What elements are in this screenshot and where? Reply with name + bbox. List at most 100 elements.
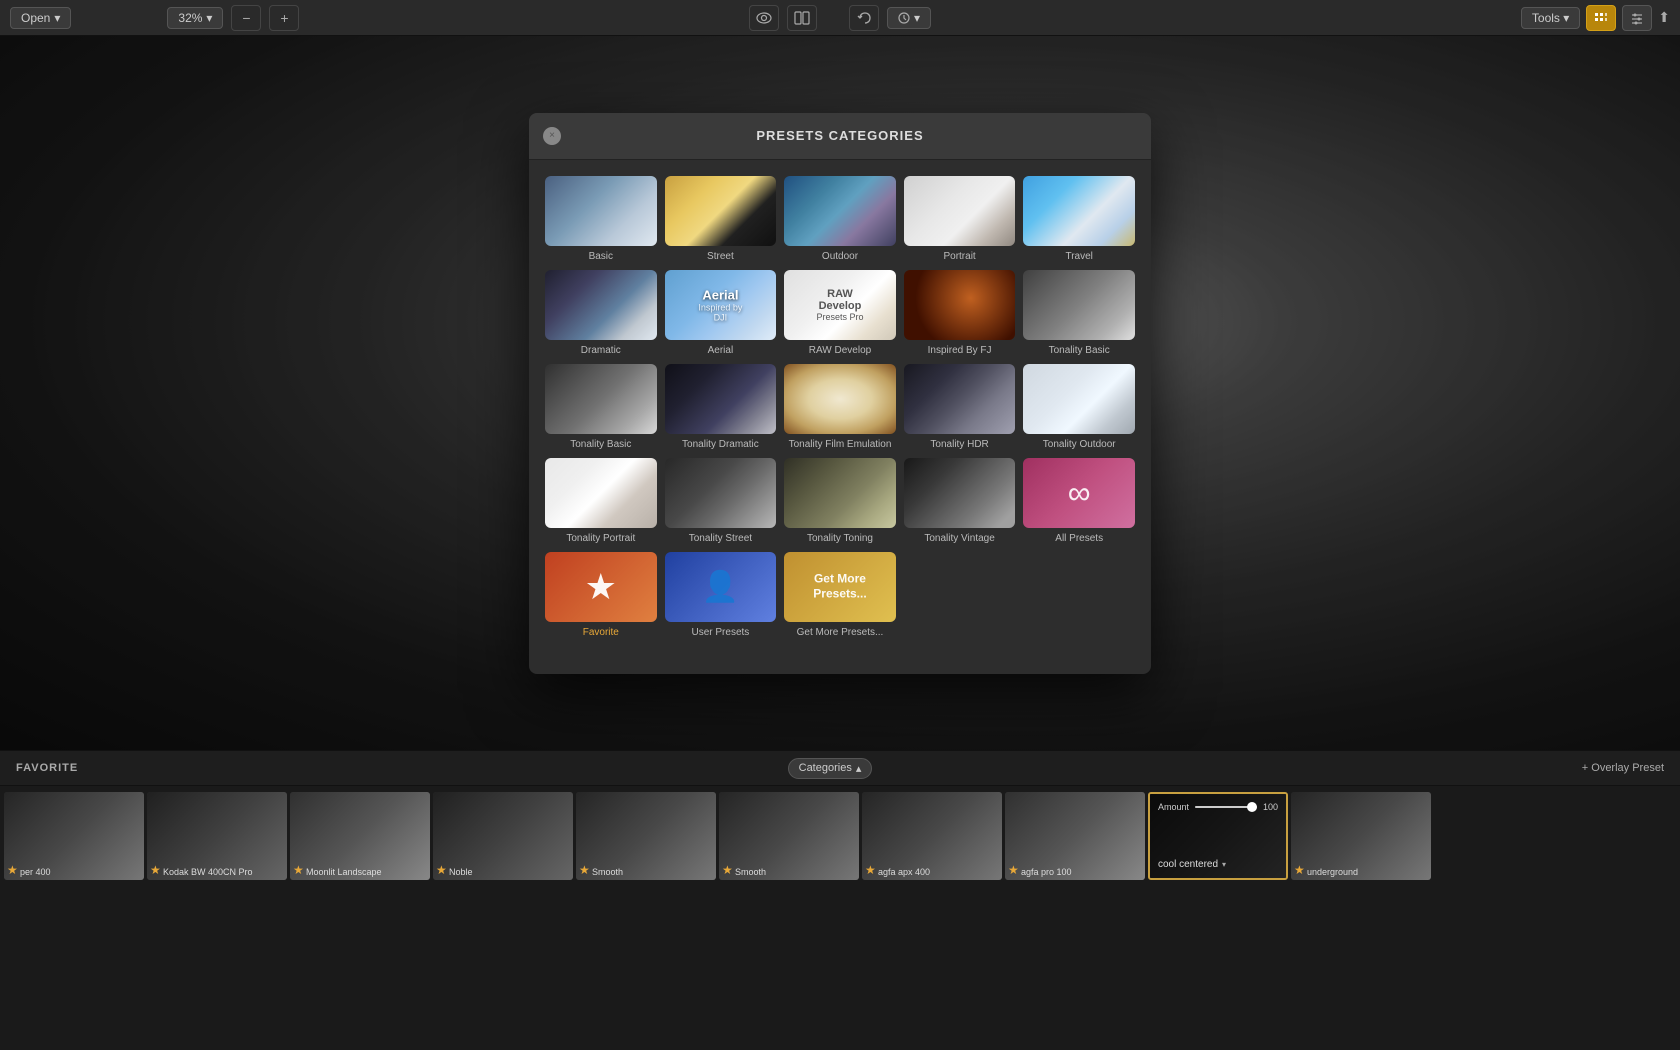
preset-item-tonality-film[interactable]: Tonality Film Emulation — [784, 364, 896, 450]
amount-slider[interactable] — [1195, 806, 1257, 808]
preset-item-aerial[interactable]: AerialInspired by DJI Aerial — [665, 270, 777, 356]
preset-item-tonality-toning[interactable]: Tonality Toning — [784, 458, 896, 544]
overlay-preset-button[interactable]: + Overlay Preset — [1582, 762, 1664, 774]
film-item-label: per 400 — [20, 867, 51, 877]
star-badge: ★ — [865, 863, 876, 877]
film-item-underground[interactable]: ★ underground — [1291, 792, 1431, 880]
preset-label: Portrait — [904, 251, 1016, 262]
zoom-minus-icon: − — [242, 10, 250, 26]
preset-item-favorite[interactable]: ★ Favorite — [545, 552, 657, 638]
preset-item-inspired-fj[interactable]: Inspired By FJ — [904, 270, 1016, 356]
preset-item-tonality-portrait[interactable]: Tonality Portrait — [545, 458, 657, 544]
preset-item-raw-develop[interactable]: RAW DevelopPresets Pro RAW Develop — [784, 270, 896, 356]
film-strip: ★ per 400 ★ Kodak BW 400CN Pro ★ Moonlit… — [0, 786, 1680, 886]
infinity-icon: ∞ — [1068, 474, 1091, 511]
preset-thumbnail: RAW DevelopPresets Pro — [784, 270, 896, 340]
main-area: × PRESETS CATEGORIES Basic Street Outdoo… — [0, 36, 1680, 750]
preset-label: Tonality Basic — [1023, 345, 1135, 356]
preset-item-tonality-dramatic[interactable]: Tonality Dramatic — [665, 364, 777, 450]
film-item-per400[interactable]: ★ per 400 — [4, 792, 144, 880]
zoom-minus-button[interactable]: − — [231, 5, 261, 31]
preset-label: Street — [665, 251, 777, 262]
preset-item-outdoor[interactable]: Outdoor — [784, 176, 896, 262]
open-button[interactable]: Open ▾ — [10, 7, 71, 29]
amount-label: Amount — [1158, 802, 1189, 812]
categories-chevron-icon: ▴ — [856, 762, 862, 775]
tools-button[interactable]: Tools ▾ — [1521, 7, 1580, 29]
film-item-label: Smooth — [735, 867, 766, 877]
film-item-agfa-apx[interactable]: ★ agfa apx 400 — [862, 792, 1002, 880]
film-item-label: Kodak BW 400CN Pro — [163, 867, 253, 877]
preset-item-tonality-vintage[interactable]: Tonality Vintage — [904, 458, 1016, 544]
preset-item-tonality-hdr[interactable]: Tonality HDR — [904, 364, 1016, 450]
preset-label: RAW Develop — [784, 345, 896, 356]
history-arrow-icon: ▾ — [914, 11, 920, 25]
eye-button[interactable] — [749, 5, 779, 31]
preset-item-portrait[interactable]: Portrait — [904, 176, 1016, 262]
preset-label: Tonality Portrait — [545, 533, 657, 544]
categories-button[interactable]: Categories ▴ — [788, 758, 873, 779]
export-button[interactable]: ⬆ — [1658, 9, 1670, 26]
film-item-smooth1[interactable]: ★ Smooth — [576, 792, 716, 880]
star-badge: ★ — [1294, 863, 1305, 877]
preset-thumbnail — [1023, 270, 1135, 340]
star-icon: ★ — [585, 566, 617, 608]
undo-button[interactable] — [849, 5, 879, 31]
film-item-label: Smooth — [592, 867, 623, 877]
preset-thumbnail — [545, 458, 657, 528]
toolbar-center: ▾ — [749, 5, 931, 31]
preset-thumbnail — [784, 364, 896, 434]
film-item-kodak-bw[interactable]: ★ Kodak BW 400CN Pro — [147, 792, 287, 880]
preset-label: Inspired By FJ — [904, 345, 1016, 356]
zoom-plus-button[interactable]: + — [269, 5, 299, 31]
preset-thumbnail: AerialInspired by DJI — [665, 270, 777, 340]
amount-value: 100 — [1263, 802, 1278, 812]
preset-thumbnail — [904, 270, 1016, 340]
toolbar-right: Tools ▾ ⬆ — [1521, 5, 1670, 31]
preset-thumbnail: Get MorePresets... — [784, 552, 896, 622]
star-badge: ★ — [7, 863, 18, 877]
preset-thumbnail: ★ — [545, 552, 657, 622]
preset-item-tonality-basic-2[interactable]: Tonality Basic — [545, 364, 657, 450]
preset-item-user-presets[interactable]: 👤 User Presets — [665, 552, 777, 638]
preset-thumbnail — [784, 176, 896, 246]
preset-item-tonality-street[interactable]: Tonality Street — [665, 458, 777, 544]
tools-arrow-icon: ▾ — [1563, 11, 1569, 25]
preset-thumbnail — [904, 176, 1016, 246]
film-item-noble[interactable]: ★ Noble — [433, 792, 573, 880]
preset-item-all-presets[interactable]: ∞ All Presets — [1023, 458, 1135, 544]
preset-item-street[interactable]: Street — [665, 176, 777, 262]
preset-thumbnail — [1023, 176, 1135, 246]
preset-item-dramatic[interactable]: Dramatic — [545, 270, 657, 356]
open-arrow-icon: ▾ — [54, 11, 60, 25]
preset-label: Tonality HDR — [904, 439, 1016, 450]
star-badge: ★ — [436, 863, 447, 877]
preset-item-travel[interactable]: Travel — [1023, 176, 1135, 262]
preset-item-tonality-outdoor[interactable]: Tonality Outdoor — [1023, 364, 1135, 450]
sliders-button[interactable] — [1622, 5, 1652, 31]
preset-label: Get More Presets... — [784, 627, 896, 638]
modal-title: PRESETS CATEGORIES — [756, 128, 923, 143]
amount-preset-name: cool centered ▾ — [1158, 859, 1278, 870]
preset-item-tonality-basic-1[interactable]: Tonality Basic — [1023, 270, 1135, 356]
compare-button[interactable] — [787, 5, 817, 31]
preset-thumbnail — [665, 364, 777, 434]
modal-close-button[interactable]: × — [543, 127, 561, 145]
film-item-agfa-pro[interactable]: ★ agfa pro 100 — [1005, 792, 1145, 880]
grid-view-button[interactable] — [1586, 5, 1616, 31]
zoom-control[interactable]: 32% ▾ — [167, 7, 223, 29]
star-badge: ★ — [293, 863, 304, 877]
film-item-cool-centered[interactable]: Amount 100 cool centered ▾ — [1148, 792, 1288, 880]
preset-item-get-more[interactable]: Get MorePresets... Get More Presets... — [784, 552, 896, 638]
modal-header: × PRESETS CATEGORIES — [529, 113, 1151, 160]
overlay-label: + Overlay Preset — [1582, 762, 1664, 774]
star-badge: ★ — [150, 863, 161, 877]
preset-label: Tonality Basic — [545, 439, 657, 450]
history-button[interactable]: ▾ — [887, 7, 931, 29]
preset-item-basic[interactable]: Basic — [545, 176, 657, 262]
preset-label: Tonality Film Emulation — [784, 439, 896, 450]
presets-categories-modal: × PRESETS CATEGORIES Basic Street Outdoo… — [529, 113, 1151, 674]
film-item-smooth2[interactable]: ★ Smooth — [719, 792, 859, 880]
user-icon: 👤 — [702, 569, 739, 604]
film-item-moonlit[interactable]: ★ Moonlit Landscape — [290, 792, 430, 880]
